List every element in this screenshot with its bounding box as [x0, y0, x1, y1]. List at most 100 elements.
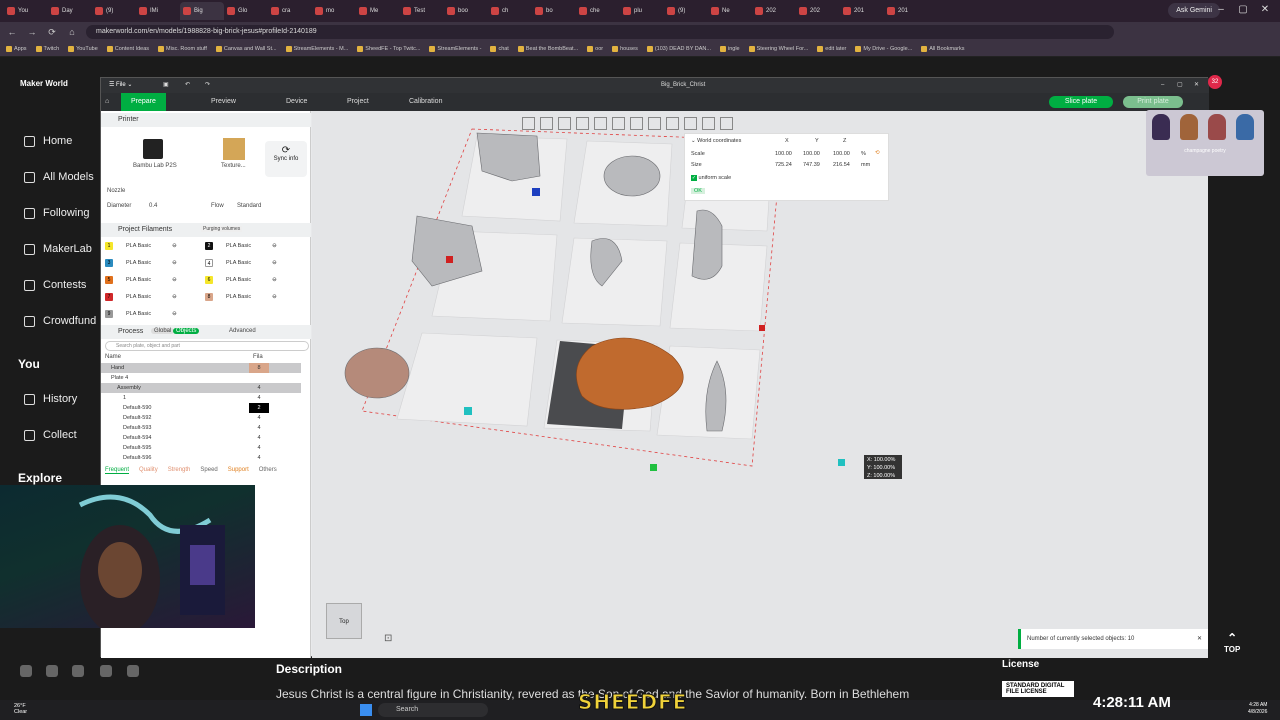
tab-prepare[interactable]: Prepare [121, 93, 166, 111]
bookmark-item[interactable]: houses [612, 46, 638, 52]
seam-paint-icon[interactable] [684, 117, 697, 130]
corner-handle-2[interactable] [650, 464, 657, 471]
browser-tab[interactable]: Me [356, 2, 400, 20]
browser-tab[interactable]: Big [180, 2, 224, 20]
browser-tab[interactable]: 201 [840, 2, 884, 20]
bookmark-item[interactable]: Content Ideas [106, 46, 149, 52]
filament-swatch[interactable]: 7 [105, 293, 113, 301]
bookmark-item[interactable]: (103) DEAD BY DAN... [646, 46, 711, 52]
process-tab[interactable]: Speed [200, 467, 217, 474]
cut-icon[interactable] [648, 117, 661, 130]
filament-remove-icon[interactable]: ⊖ [172, 243, 177, 249]
browser-tab[interactable]: You [4, 2, 48, 20]
apply-button[interactable]: OK [691, 188, 705, 194]
tab-calibration[interactable]: Calibration [399, 93, 452, 111]
tab-preview[interactable]: Preview [201, 93, 246, 111]
notification-badge[interactable]: 32 [1208, 75, 1222, 89]
filament-slot[interactable]: 5 PLA Basic ⊖ [105, 276, 177, 284]
nav-home[interactable]: Home [24, 135, 72, 147]
measure-icon[interactable] [720, 117, 733, 130]
add-object-icon[interactable] [522, 117, 535, 130]
minimize-icon[interactable]: – [1213, 2, 1229, 18]
nav-makerlab[interactable]: MakerLab [24, 243, 92, 255]
filament-slot[interactable]: 8 PLA Basic ⊖ [205, 293, 277, 301]
x-icon[interactable] [100, 665, 112, 677]
browser-tab[interactable]: plu [620, 2, 664, 20]
scale-icon[interactable] [630, 117, 643, 130]
nav-crowdfund[interactable]: Crowdfund [24, 315, 96, 327]
filament-swatch[interactable]: 3 [105, 259, 113, 267]
diameter-select[interactable]: 0.4 [149, 203, 157, 209]
support-paint-icon[interactable] [666, 117, 679, 130]
tree-row-filament[interactable]: 2 [249, 403, 269, 413]
sync-info-button[interactable]: ⟳ Sync info [265, 141, 307, 177]
objects-toggle[interactable]: Objects [173, 328, 200, 334]
filament-slot[interactable]: 7 PLA Basic ⊖ [105, 293, 177, 301]
bookmark-item[interactable]: StreamElements - M... [285, 46, 348, 52]
size-z-input[interactable]: 216.54 [833, 162, 850, 168]
bookmark-item[interactable]: Beat the BombBeat... [517, 46, 578, 52]
advanced-toggle[interactable]: Advanced [229, 328, 256, 334]
browser-tab[interactable]: ch [488, 2, 532, 20]
red-part[interactable] [446, 256, 453, 263]
tiktok-icon[interactable] [127, 665, 139, 677]
process-tab[interactable]: Others [259, 467, 277, 474]
corner-handle-3[interactable] [838, 459, 845, 466]
browser-tab[interactable]: Glo [224, 2, 268, 20]
browser-tab[interactable]: Test [400, 2, 444, 20]
bookmark-item[interactable]: All Bookmarks [921, 46, 964, 52]
bookmark-item[interactable]: My Drive - Google... [855, 46, 912, 52]
browser-tab[interactable]: Day [48, 2, 92, 20]
tree-row[interactable]: Assembly 4 [101, 383, 301, 393]
tree-row[interactable]: Default-594 4 [101, 433, 301, 443]
size-x-input[interactable]: 725.24 [775, 162, 792, 168]
taskbar-search[interactable]: Search [378, 703, 488, 717]
tree-row-filament[interactable]: 4 [249, 383, 269, 393]
instagram-icon[interactable] [46, 665, 58, 677]
filament-remove-icon[interactable]: ⊖ [272, 243, 277, 249]
bookmark-item[interactable]: edit later [817, 46, 846, 52]
purging-volumes-button[interactable]: Purging volumes [201, 226, 243, 232]
filament-slot[interactable]: 6 PLA Basic ⊖ [205, 276, 277, 284]
process-tab[interactable]: Support [228, 467, 249, 474]
print-plate-button[interactable]: Print plate [1123, 96, 1183, 108]
global-toggle[interactable]: Global [151, 328, 175, 334]
browser-tab[interactable]: Ne [708, 2, 752, 20]
slice-plate-button[interactable]: Slice plate [1049, 96, 1113, 108]
nav-history[interactable]: History [24, 393, 77, 405]
file-menu[interactable]: ☰ File ⌄ [109, 78, 132, 93]
filament-slot[interactable]: 1 PLA Basic ⊖ [105, 242, 177, 250]
filament-slot[interactable]: 3 PLA Basic ⊖ [105, 259, 177, 267]
filament-remove-icon[interactable]: ⊖ [172, 294, 177, 300]
filament-swatch[interactable]: 5 [105, 276, 113, 284]
plate-icon[interactable] [576, 117, 589, 130]
license-badge[interactable]: STANDARD DIGITAL FILE LICENSE [1002, 681, 1074, 697]
uniform-scale-checkbox[interactable]: ✓ uniform scale [691, 175, 731, 181]
tree-row[interactable]: Plate 4 [101, 373, 301, 383]
tree-row[interactable]: Default-597 4 [101, 463, 301, 465]
browser-tab[interactable]: 202 [752, 2, 796, 20]
bookmark-item[interactable]: ingle [719, 46, 740, 52]
tree-row-filament[interactable]: 4 [249, 463, 269, 465]
plate-type[interactable]: Texture... [221, 163, 246, 169]
bookmark-item[interactable]: chat [490, 46, 509, 52]
browser-tab[interactable]: cra [268, 2, 312, 20]
text-icon[interactable] [702, 117, 715, 130]
weather-widget[interactable]: 26°F Clear [14, 703, 27, 715]
bookmark-item[interactable]: StreamElements - [429, 46, 481, 52]
tree-row[interactable]: Default-596 4 [101, 453, 301, 463]
brick-model-b[interactable] [603, 155, 661, 197]
nav-all-models[interactable]: All Models [24, 171, 94, 183]
studio-close-icon[interactable]: ✕ [1194, 78, 1199, 93]
redo-icon[interactable]: ↷ [205, 78, 210, 93]
tab-project[interactable]: Project [337, 93, 379, 111]
view-cube[interactable]: Top [326, 603, 362, 639]
facebook-icon[interactable] [20, 665, 32, 677]
printer-image[interactable] [143, 139, 163, 159]
filament-slot[interactable]: 4 PLA Basic ⊖ [205, 259, 277, 267]
move-icon[interactable] [594, 117, 607, 130]
process-tab[interactable]: Frequent [105, 467, 130, 474]
browser-tab[interactable]: (9) [92, 2, 136, 20]
system-clock[interactable]: 4:28 AM 4/8/2026 [1248, 702, 1267, 716]
tree-row[interactable]: Hand 8 [101, 363, 301, 373]
